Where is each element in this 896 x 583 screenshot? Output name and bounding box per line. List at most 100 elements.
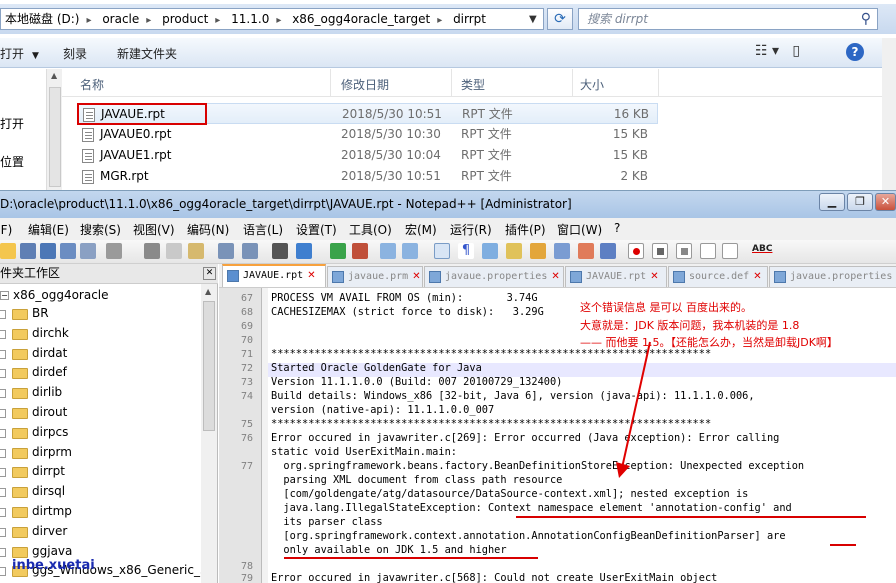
tab-javaue-prm[interactable]: javaue.prm ✕ [327, 266, 423, 287]
close-tab-icon[interactable]: ✕ [753, 271, 761, 282]
zoom-out-icon[interactable] [352, 243, 368, 259]
chevron-right-icon[interactable]: ▸ [83, 11, 94, 29]
column-divider[interactable] [572, 69, 573, 97]
file-row[interactable]: JAVAUE0.rpt 2018/5/30 10:30 RPT 文件 15 KB [78, 124, 658, 145]
refresh-button[interactable]: ⟳ [547, 8, 573, 30]
search-input[interactable]: 搜索 dirrpt ⚲ [578, 8, 878, 30]
chevron-right-icon[interactable]: ▸ [143, 11, 154, 29]
save-all-icon[interactable] [60, 243, 76, 259]
expand-icon[interactable] [0, 468, 6, 478]
breadcrumb-target[interactable]: x86_ogg4oracle_target [288, 9, 434, 29]
user-lang-icon[interactable] [506, 243, 522, 259]
expand-icon[interactable] [0, 448, 6, 458]
sync-h-icon[interactable] [402, 243, 418, 259]
menu-tools[interactable]: 工具(O) [349, 221, 392, 238]
expand-icon[interactable] [0, 310, 6, 319]
word-wrap-icon[interactable] [434, 243, 450, 259]
search-icon[interactable]: ⚲ [861, 9, 871, 29]
chevron-down-icon[interactable]: ▼ [529, 10, 537, 29]
menu-file[interactable]: 文件(F) [0, 221, 12, 238]
folder-workspace-icon[interactable] [578, 243, 594, 259]
menu-view[interactable]: 视图(V) [133, 221, 175, 238]
tab-source-def[interactable]: source.def ✕ [668, 266, 768, 287]
menu-plugins[interactable]: 插件(P) [505, 221, 546, 238]
tree-root[interactable]: − x86_ogg4oracle [0, 286, 109, 304]
find-icon[interactable] [272, 243, 288, 259]
nav-item-location[interactable]: 位置 [0, 153, 24, 170]
undo-icon[interactable] [218, 243, 234, 259]
maximize-button[interactable]: ❐ [847, 193, 873, 211]
paste-icon[interactable] [188, 243, 204, 259]
open-file-icon[interactable] [20, 243, 36, 259]
stop-macro-icon[interactable] [652, 243, 668, 259]
close-button[interactable]: ✕ [875, 193, 896, 211]
column-divider[interactable] [330, 69, 331, 97]
chevron-right-icon[interactable]: ▸ [434, 11, 445, 29]
close-tab-icon[interactable]: ✕ [412, 271, 420, 282]
open-button[interactable]: 打开 ▼ [0, 45, 39, 62]
scroll-up-icon[interactable]: ▲ [51, 71, 57, 80]
column-divider[interactable] [658, 69, 659, 97]
expand-icon[interactable] [0, 508, 6, 517]
zoom-in-icon[interactable] [330, 243, 346, 259]
menu-help[interactable]: ? [614, 221, 620, 235]
expand-icon[interactable] [0, 349, 6, 359]
expand-icon[interactable] [0, 428, 6, 438]
tab-javaue-rpt-2[interactable]: JAVAUE.rpt ✕ [565, 266, 667, 287]
breadcrumb[interactable]: 本地磁盘 (D:) ▸ oracle ▸ product ▸ 11.1.0 ▸ x86_… [0, 8, 544, 30]
help-icon[interactable]: ? [846, 43, 864, 61]
chevron-right-icon[interactable]: ▸ [212, 11, 223, 29]
menu-search[interactable]: 搜索(S) [80, 221, 121, 238]
chevron-right-icon[interactable]: ▸ [273, 11, 284, 29]
breadcrumb-dirrpt[interactable]: dirrpt [449, 9, 490, 29]
breadcrumb-product[interactable]: product [158, 9, 212, 29]
menu-run[interactable]: 运行(R) [450, 221, 492, 238]
close-tab-icon[interactable]: ✕ [650, 271, 658, 282]
sync-v-icon[interactable] [380, 243, 396, 259]
breadcrumb-oracle[interactable]: oracle [98, 9, 143, 29]
breadcrumb-drive[interactable]: 本地磁盘 (D:) [1, 9, 83, 29]
expand-icon[interactable] [0, 329, 6, 339]
cut-icon[interactable] [144, 243, 160, 259]
expand-icon[interactable] [0, 488, 6, 498]
breadcrumb-version[interactable]: 11.1.0 [227, 9, 273, 29]
expand-icon[interactable] [0, 369, 6, 379]
tab-javaue-properties[interactable]: javaue.properties ✕ [424, 266, 564, 287]
panel-scrollbar[interactable]: ▲ [201, 284, 217, 583]
scroll-thumb[interactable] [49, 87, 61, 187]
copy-icon[interactable] [166, 243, 182, 259]
column-name[interactable]: 名称 [80, 76, 104, 93]
collapse-icon[interactable]: − [0, 291, 9, 300]
file-row[interactable]: MGR.rpt 2018/5/30 10:51 RPT 文件 2 KB [78, 166, 658, 187]
run-macro-multiple-icon[interactable] [700, 243, 716, 259]
expand-icon[interactable] [0, 409, 6, 418]
expand-icon[interactable] [0, 389, 6, 399]
nav-scrollbar[interactable]: ▲ [46, 69, 62, 190]
tab-javaue-rpt[interactable]: JAVAUE.rpt ✕ [222, 264, 326, 287]
save-icon[interactable] [40, 243, 56, 259]
replace-icon[interactable] [296, 243, 312, 259]
column-divider[interactable] [451, 69, 452, 97]
menu-encoding[interactable]: 编码(N) [187, 221, 229, 238]
save-macro-icon[interactable] [722, 243, 738, 259]
close-tab-icon[interactable]: ✕ [551, 271, 559, 282]
spell-check-icon[interactable]: ABC [752, 244, 772, 254]
scroll-thumb[interactable] [203, 301, 215, 431]
tab-javaue-properties-2[interactable]: javaue.properties [769, 266, 896, 287]
doc-map-icon[interactable] [530, 243, 546, 259]
expand-icon[interactable] [0, 527, 6, 537]
play-macro-icon[interactable] [676, 243, 692, 259]
minimize-button[interactable]: ▁ [819, 193, 845, 211]
close-file-icon[interactable] [80, 243, 96, 259]
close-tab-icon[interactable]: ✕ [307, 270, 315, 281]
explorer-scrollbar[interactable] [882, 38, 896, 190]
column-type[interactable]: 类型 [461, 76, 485, 93]
indent-guide-icon[interactable] [482, 243, 498, 259]
expand-icon[interactable] [0, 567, 6, 577]
show-all-chars-icon[interactable]: ¶ [458, 243, 474, 259]
new-folder-button[interactable]: 新建文件夹 [117, 45, 177, 62]
record-macro-icon[interactable] [628, 243, 644, 259]
menu-edit[interactable]: 编辑(E) [28, 221, 69, 238]
column-date[interactable]: 修改日期 [341, 76, 389, 93]
menu-macro[interactable]: 宏(M) [405, 221, 437, 238]
